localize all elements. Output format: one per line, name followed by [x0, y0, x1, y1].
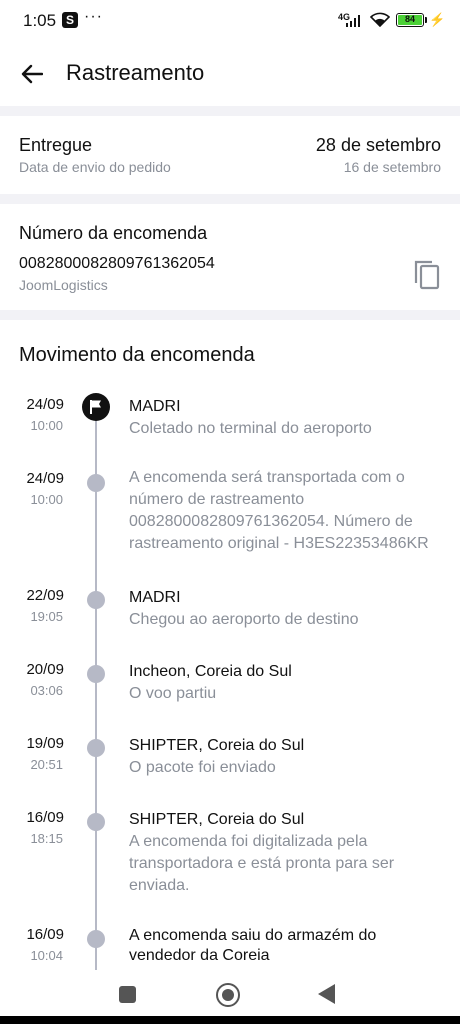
event-time: 20:51 [30, 757, 63, 772]
section-divider [0, 106, 460, 116]
carrier-name: JoomLogistics [19, 277, 108, 293]
event-description: A encomenda será transportada com o núme… [129, 469, 429, 552]
event-description: Chegou ao aeroporto de destino [129, 611, 359, 628]
charging-icon: ⚡ [429, 12, 446, 27]
event-description: Coletado no terminal do aeroporto [129, 420, 372, 437]
timeline-dot [87, 813, 105, 831]
section-divider [0, 310, 460, 320]
movement-title: Movimento da encomenda [19, 344, 255, 366]
bottom-edge [0, 1016, 460, 1024]
event-details: MADRI Chegou ao aeroporto de destino [129, 587, 441, 631]
event-date: 16/09 [26, 809, 64, 826]
back-button[interactable] [14, 56, 50, 92]
status-time: 1:05 [23, 11, 57, 30]
page-title: Rastreamento [66, 60, 205, 85]
event-time: 18:15 [30, 831, 63, 846]
delivery-summary: Entregue Data de envio do pedido 28 de s… [0, 116, 460, 194]
event-date: 20/09 [26, 661, 64, 678]
timeline-line [95, 412, 97, 970]
app-bar: Rastreamento [0, 42, 460, 106]
copy-button[interactable] [412, 258, 442, 292]
event-details: A encomenda saiu do armazém do vendedor … [129, 926, 441, 966]
event-place: MADRI [129, 589, 181, 606]
battery-level: 84 [398, 15, 422, 25]
event-date: 24/09 [26, 396, 64, 413]
event-details: A encomenda será transportada com o núme… [129, 467, 441, 555]
event-date: 19/09 [26, 735, 64, 752]
sent-date: 16 de setembro [343, 159, 441, 175]
event-place: Incheon, Coreia do Sul [129, 663, 292, 680]
event-time: 19:05 [30, 609, 63, 624]
home-button[interactable] [216, 983, 240, 1007]
event-details: SHIPTER, Coreia do Sul A encomenda foi d… [129, 809, 441, 897]
battery-tip [425, 17, 427, 23]
timeline-dot [87, 474, 105, 492]
recents-button[interactable] [119, 986, 136, 1003]
event-place: SHIPTER, Coreia do Sul [129, 737, 305, 754]
event-description: O pacote foi enviado [129, 759, 276, 776]
event-date: 22/09 [26, 587, 64, 604]
event-time: 03:06 [30, 683, 63, 698]
system-nav-bar [0, 970, 460, 1016]
more-notifications-icon: ··· [84, 8, 103, 25]
event-place: A encomenda saiu do armazém do vendedor … [129, 927, 377, 964]
event-details: SHIPTER, Coreia do Sul O pacote foi envi… [129, 735, 441, 779]
timeline-dot [87, 739, 105, 757]
back-arrow-icon [21, 64, 43, 84]
event-place: SHIPTER, Coreia do Sul [129, 811, 305, 828]
event-details: MADRI Coletado no terminal do aeroporto [129, 396, 441, 440]
timeline-dot [87, 665, 105, 683]
order-number-card: Número da encomenda 00828000828097613620… [0, 204, 460, 310]
event-description: A encomenda foi digitalizada pela transp… [129, 833, 395, 894]
event-details: Incheon, Coreia do Sul O voo partiu [129, 661, 441, 705]
flag-icon [82, 393, 110, 421]
event-description: O voo partiu [129, 685, 217, 702]
event-date: 24/09 [26, 470, 64, 487]
event-time: 10:04 [30, 948, 63, 963]
battery-icon: 84 [396, 13, 424, 27]
event-time: 10:00 [30, 492, 63, 507]
copy-icon [414, 260, 440, 290]
event-time: 10:00 [30, 418, 63, 433]
timeline-dot [87, 930, 105, 948]
tracking-movement: Movimento da encomenda 24/09 10:00 MADRI… [0, 320, 460, 970]
system-back-button[interactable] [318, 984, 335, 1004]
signal-icon [346, 14, 364, 27]
timeline-dot [87, 591, 105, 609]
order-number[interactable]: 0082800082809761362054 [19, 255, 215, 273]
order-number-title: Número da encomenda [19, 223, 208, 243]
app-notification-icon: S [62, 12, 78, 28]
delivery-date: 28 de setembro [315, 135, 441, 155]
status-bar: 1:05 S ··· 4G 84 ⚡ [0, 0, 460, 42]
delivery-status: Entregue [19, 135, 93, 155]
wifi-icon [370, 12, 390, 27]
section-divider [0, 194, 460, 204]
event-date: 16/09 [26, 926, 64, 943]
event-place: MADRI [129, 398, 181, 415]
sent-date-label: Data de envio do pedido [19, 159, 171, 175]
